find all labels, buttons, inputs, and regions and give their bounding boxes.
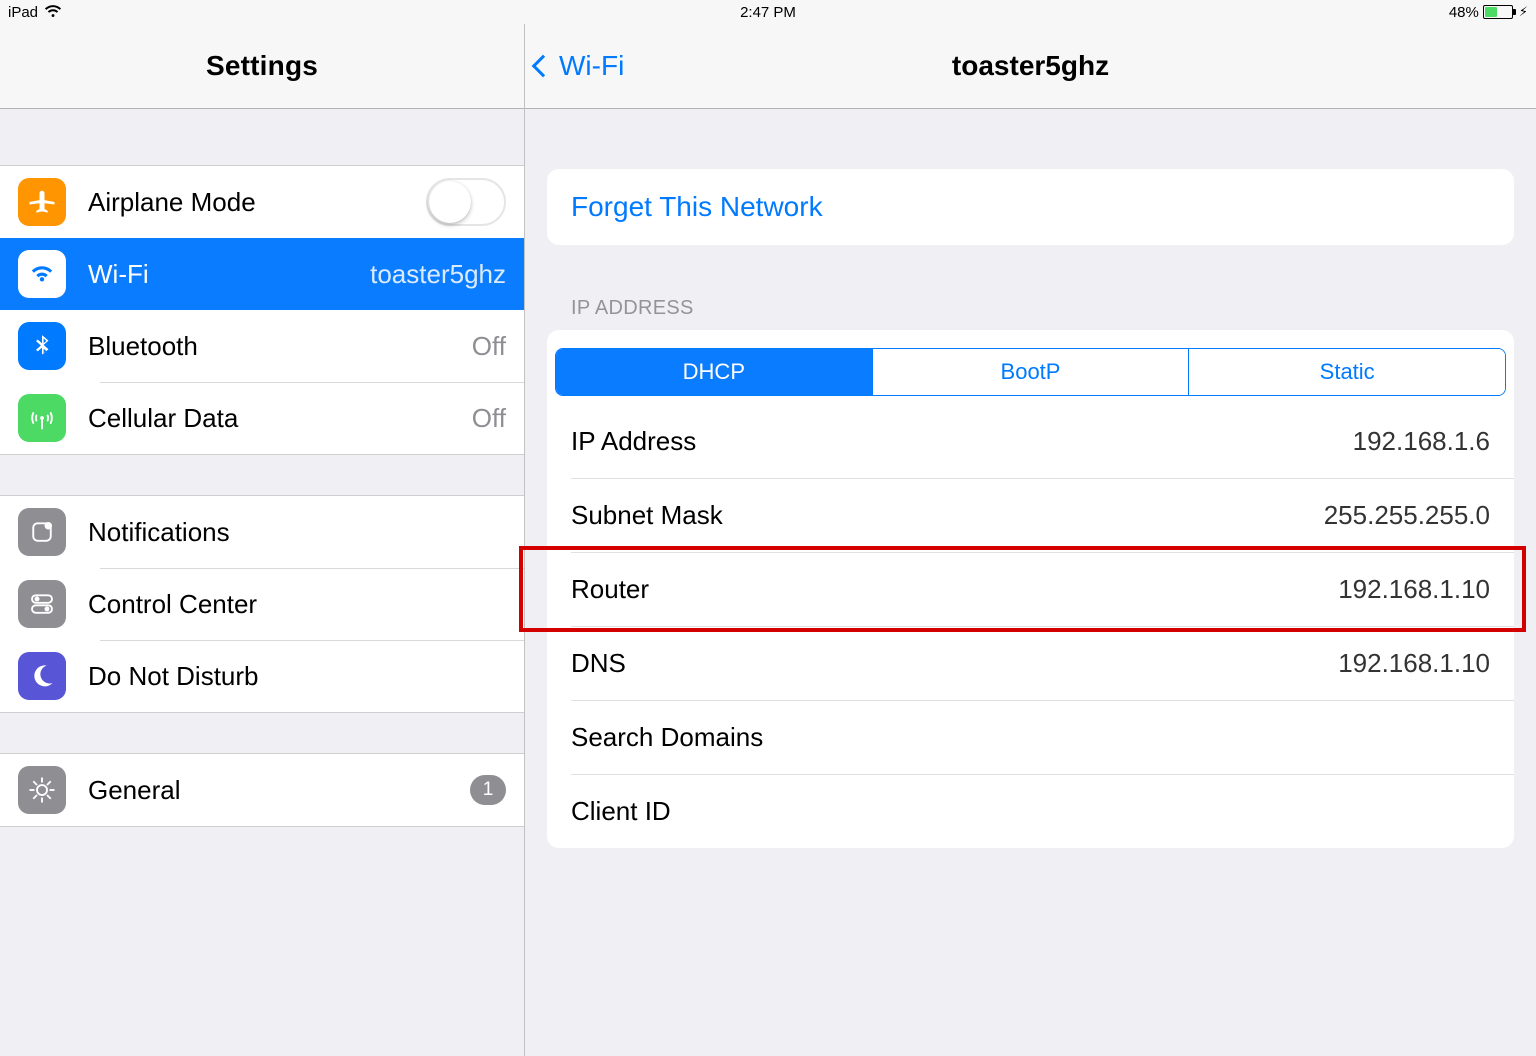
sidebar-item-label: Airplane Mode [88,187,256,218]
sidebar-item-label: Notifications [88,517,230,548]
forget-network-button[interactable]: Forget This Network [547,169,1514,245]
charging-icon: ⚡︎ [1519,4,1528,20]
seg-item-static[interactable]: Static [1188,349,1505,395]
detail-header: Wi-Fi toaster5ghz [525,24,1536,109]
row-label: DNS [571,648,626,679]
row-ip-address[interactable]: IP Address 192.168.1.6 [547,404,1514,478]
row-router[interactable]: Router 192.168.1.10 [547,552,1514,626]
row-subnet-mask[interactable]: Subnet Mask 255.255.255.0 [547,478,1514,552]
ip-settings-card: DHCPBootPStatic IP Address 192.168.1.6 Sub… [547,330,1514,848]
sidebar-item-do-not-disturb[interactable]: Do Not Disturb [0,640,524,712]
wifi-icon [44,5,62,19]
gear-icon [18,766,66,814]
sidebar-item-value: toaster5ghz [370,259,506,290]
ip-mode-segmented-control[interactable]: DHCPBootPStatic [555,348,1506,396]
seg-item-bootp[interactable]: BootP [872,349,1189,395]
sidebar-group-general: General 1 [0,753,524,827]
row-value: 192.168.1.6 [1353,426,1490,457]
moon-icon [18,652,66,700]
toggle-switch[interactable] [426,178,506,226]
sidebar-item-value: Off [472,403,506,434]
sidebar-item-control-center[interactable]: Control Center [0,568,524,640]
status-bar-right: 48% ⚡︎ [1449,4,1528,21]
row-value: 255.255.255.0 [1324,500,1490,531]
forget-network-label: Forget This Network [547,169,1514,245]
bluetooth-icon [18,322,66,370]
sidebar-item-label: Do Not Disturb [88,661,259,692]
sidebar-item-label: Cellular Data [88,403,238,434]
back-label: Wi-Fi [559,50,624,82]
row-label: Client ID [571,796,671,827]
battery-pct: 48% [1449,4,1479,21]
status-bar-left: iPad [8,4,62,21]
row-label: Router [571,574,649,605]
seg-item-dhcp[interactable]: DHCP [556,349,872,395]
detail-pane: Wi-Fi toaster5ghz Forget This Network IP… [525,24,1536,1056]
row-label: Subnet Mask [571,500,723,531]
sidebar-item-airplane-mode[interactable]: Airplane Mode [0,166,524,238]
row-dns[interactable]: DNS 192.168.1.10 [547,626,1514,700]
sidebar-item-label: Bluetooth [88,331,198,362]
badge: 1 [470,775,506,805]
sidebar-item-bluetooth[interactable]: Bluetooth Off [0,310,524,382]
sidebar-item-general[interactable]: General 1 [0,754,524,826]
section-caption-ip: IP ADDRESS [571,297,1514,320]
sidebar-item-value: Off [472,331,506,362]
battery-icon [1483,5,1513,19]
sidebar-item-notifications[interactable]: Notifications [0,496,524,568]
cellular-icon [18,394,66,442]
wifi-icon [18,250,66,298]
row-client-id[interactable]: Client ID [547,774,1514,848]
ip-rows: IP Address 192.168.1.6 Subnet Mask 255.255.… [547,404,1514,848]
device-label: iPad [8,4,38,21]
sidebar-title: Settings [206,50,318,82]
sidebar-header: Settings [0,24,524,109]
row-value: 192.168.1.10 [1338,574,1490,605]
row-label: IP Address [571,426,696,457]
chevron-left-icon [532,55,555,78]
airplane-icon [18,178,66,226]
sidebar-group-notifications: Notifications Control Center Do Not Distur… [0,495,524,713]
notifications-icon [18,508,66,556]
status-bar: iPad 2:47 PM 48% ⚡︎ [0,0,1536,24]
sidebar-group-connectivity: Airplane Mode Wi-Fi toaster5ghz Bluetooth Of… [0,165,524,455]
sidebar-item-label: General [88,775,181,806]
sidebar-item-cellular-data[interactable]: Cellular Data Off [0,382,524,454]
sidebar-item-label: Control Center [88,589,257,620]
row-value: 192.168.1.10 [1338,648,1490,679]
sidebar-item-wi-fi[interactable]: Wi-Fi toaster5ghz [0,238,524,310]
row-search-domains[interactable]: Search Domains [547,700,1514,774]
back-button[interactable]: Wi-Fi [535,50,624,82]
settings-sidebar: Settings Airplane Mode Wi-Fi toaster5ghz Bl… [0,24,525,1056]
status-bar-time: 2:47 PM [740,4,796,21]
detail-title: toaster5ghz [952,50,1109,82]
control-center-icon [18,580,66,628]
sidebar-item-label: Wi-Fi [88,259,149,290]
row-label: Search Domains [571,722,763,753]
